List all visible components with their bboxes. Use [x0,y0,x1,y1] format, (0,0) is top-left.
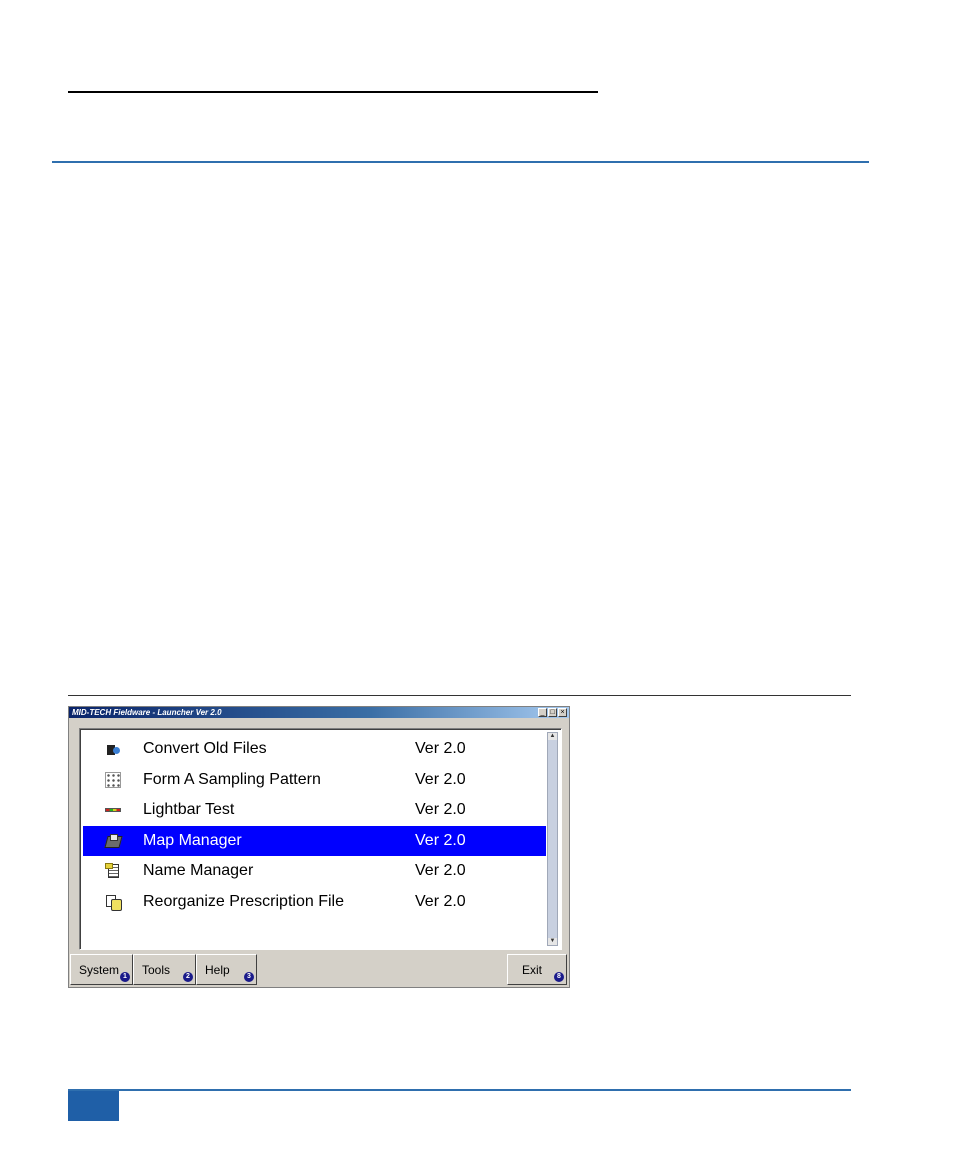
title-bar[interactable]: MID-TECH Fieldware - Launcher Ver 2.0 _ … [69,707,569,718]
window-title: MID-TECH Fieldware - Launcher Ver 2.0 [72,708,222,717]
program-name: Map Manager [143,831,242,849]
map-manager-icon [105,833,121,849]
maximize-button[interactable]: □ [548,708,557,717]
shortcut-badge: 3 [244,972,254,982]
shortcut-badge: 8 [554,972,564,982]
program-name: Name Manager [143,862,254,880]
list-item[interactable]: Form A Sampling Pattern Ver 2.0 [83,765,546,796]
program-name: Lightbar Test [143,801,235,819]
sampling-pattern-icon [105,771,121,788]
vertical-scrollbar[interactable]: ▲ ▼ [547,732,558,946]
exit-label: Exit [522,963,543,977]
scroll-down-icon[interactable]: ▼ [548,938,557,945]
program-name: Reorganize Prescription File [143,892,344,910]
launcher-window: MID-TECH Fieldware - Launcher Ver 2.0 _ … [68,706,570,988]
program-version: Ver 2.0 [415,801,466,819]
header-rule [68,91,598,93]
list-item[interactable]: Name Manager Ver 2.0 [83,856,546,887]
program-version: Ver 2.0 [415,831,466,849]
program-version: Ver 2.0 [415,892,466,910]
convert-files-icon [105,741,121,757]
tab-label: Help [205,963,230,977]
lightbar-icon [105,802,121,818]
program-version: Ver 2.0 [415,770,466,788]
program-list: Convert Old Files Ver 2.0 Form A Samplin… [83,734,546,917]
list-item[interactable]: Lightbar Test Ver 2.0 [83,795,546,826]
tab-label: System [79,963,120,977]
figure-rule [68,695,851,696]
tab-help[interactable]: Help 3 [196,954,257,985]
close-button[interactable]: × [558,708,567,717]
program-name: Form A Sampling Pattern [143,770,321,788]
tab-system[interactable]: System 1 [70,954,133,985]
list-item[interactable]: Reorganize Prescription File Ver 2.0 [83,887,546,918]
footer-rule [68,1089,851,1091]
exit-button[interactable]: Exit 8 [507,954,567,985]
section-rule [52,161,869,163]
program-version: Ver 2.0 [415,740,466,758]
tab-tools[interactable]: Tools 2 [133,954,196,985]
program-name: Convert Old Files [143,740,267,758]
list-item[interactable]: Convert Old Files Ver 2.0 [83,734,546,765]
minimize-button[interactable]: _ [538,708,547,717]
shortcut-badge: 2 [183,972,193,982]
list-item-selected[interactable]: Map Manager Ver 2.0 [83,825,546,856]
name-manager-icon [105,863,121,879]
program-version: Ver 2.0 [415,862,466,880]
tab-label: Tools [142,963,171,977]
shortcut-badge: 1 [120,972,130,982]
reorganize-file-icon [105,894,122,911]
scroll-up-icon[interactable]: ▲ [548,733,557,740]
page-number-block [68,1091,119,1121]
bottom-tab-bar: System 1 Tools 2 Help 3 Exit 8 [69,954,569,987]
program-list-panel: Convert Old Files Ver 2.0 Form A Samplin… [79,728,562,950]
window-controls: _ □ × [538,708,567,717]
